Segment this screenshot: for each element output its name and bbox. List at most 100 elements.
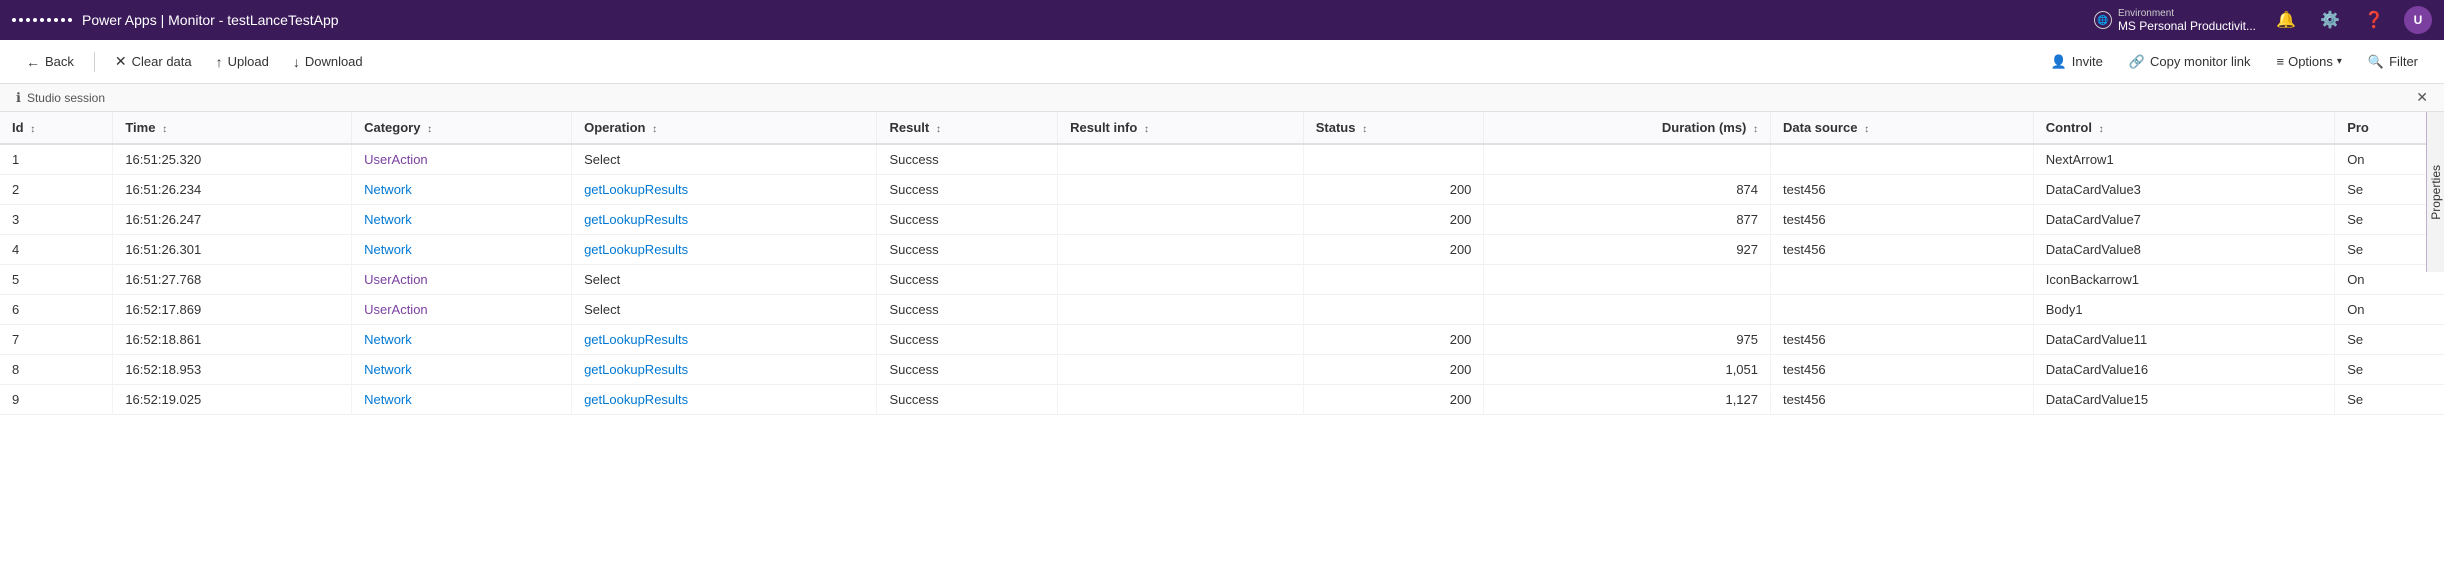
cell-id: 1 <box>0 144 113 175</box>
table-row[interactable]: 716:52:18.861NetworkgetLookupResultsSucc… <box>0 325 2444 355</box>
col-header-category[interactable]: Category ↕ <box>352 112 572 144</box>
cell-id: 5 <box>0 265 113 295</box>
cell-time: 16:51:27.768 <box>113 265 352 295</box>
col-header-id[interactable]: Id ↕ <box>0 112 113 144</box>
table-row[interactable]: 416:51:26.301NetworkgetLookupResultsSucc… <box>0 235 2444 265</box>
cell-category: Network <box>352 235 572 265</box>
cell-result: Success <box>877 205 1058 235</box>
download-button[interactable]: ↓ Download <box>283 49 373 75</box>
filter-button[interactable]: 🔍 Filter <box>2358 49 2428 75</box>
table-body: 116:51:25.320UserActionSelectSuccessNext… <box>0 144 2444 415</box>
cell-result: Success <box>877 295 1058 325</box>
properties-panel[interactable]: Properties <box>2426 112 2444 272</box>
cell-id: 7 <box>0 325 113 355</box>
table-row[interactable]: 116:51:25.320UserActionSelectSuccessNext… <box>0 144 2444 175</box>
table-row[interactable]: 816:52:18.953NetworkgetLookupResultsSucc… <box>0 355 2444 385</box>
cell-category: Network <box>352 385 572 415</box>
col-header-result[interactable]: Result ↕ <box>877 112 1058 144</box>
cell-result-info <box>1058 175 1304 205</box>
environment-icon: 🌐 <box>2094 11 2112 29</box>
cell-result-info <box>1058 235 1304 265</box>
cell-duration: 877 <box>1484 205 1771 235</box>
table-row[interactable]: 616:52:17.869UserActionSelectSuccessBody… <box>0 295 2444 325</box>
cell-operation: getLookupResults <box>572 205 877 235</box>
cell-category: Network <box>352 205 572 235</box>
cell-id: 4 <box>0 235 113 265</box>
table-row[interactable]: 316:51:26.247NetworkgetLookupResultsSucc… <box>0 205 2444 235</box>
help-button[interactable]: ❓ <box>2360 6 2388 34</box>
cell-status: 200 <box>1303 385 1484 415</box>
sort-arrow-id: ↕ <box>30 124 35 135</box>
cell-category: Network <box>352 355 572 385</box>
sort-arrow-result: ↕ <box>936 124 941 135</box>
cell-time: 16:52:17.869 <box>113 295 352 325</box>
top-nav: Power Apps | Monitor - testLanceTestApp … <box>0 0 2444 40</box>
col-header-result-info[interactable]: Result info ↕ <box>1058 112 1304 144</box>
cell-result: Success <box>877 144 1058 175</box>
cell-status <box>1303 295 1484 325</box>
environment-selector[interactable]: 🌐 Environment MS Personal Productivit... <box>2094 8 2256 33</box>
cell-operation: Select <box>572 144 877 175</box>
cell-status: 200 <box>1303 355 1484 385</box>
table-row[interactable]: 516:51:27.768UserActionSelectSuccessIcon… <box>0 265 2444 295</box>
environment-text: Environment MS Personal Productivit... <box>2118 8 2256 33</box>
cell-result-info <box>1058 265 1304 295</box>
cell-result-info <box>1058 144 1304 175</box>
cell-duration: 1,127 <box>1484 385 1771 415</box>
cell-datasource: test456 <box>1771 385 2034 415</box>
info-bar-close-button[interactable]: ✕ <box>2416 89 2428 106</box>
cell-operation: Select <box>572 265 877 295</box>
cell-status: 200 <box>1303 235 1484 265</box>
filter-icon: 🔍 <box>2368 54 2384 70</box>
cell-time: 16:52:18.861 <box>113 325 352 355</box>
clear-icon: ✕ <box>115 53 127 70</box>
cell-result: Success <box>877 265 1058 295</box>
back-icon: ← <box>26 54 40 70</box>
sort-arrow-operation: ↕ <box>652 124 657 135</box>
cell-category: Network <box>352 175 572 205</box>
col-header-control[interactable]: Control ↕ <box>2033 112 2334 144</box>
cell-id: 3 <box>0 205 113 235</box>
cell-duration: 874 <box>1484 175 1771 205</box>
options-button[interactable]: ≡ Options ▾ <box>2266 49 2351 74</box>
cell-duration <box>1484 144 1771 175</box>
cell-result-info <box>1058 385 1304 415</box>
cell-datasource: test456 <box>1771 235 2034 265</box>
col-header-time[interactable]: Time ↕ <box>113 112 352 144</box>
cell-result-info <box>1058 205 1304 235</box>
cell-pro: Se <box>2335 385 2444 415</box>
cell-duration: 1,051 <box>1484 355 1771 385</box>
cell-category: UserAction <box>352 144 572 175</box>
cell-duration: 975 <box>1484 325 1771 355</box>
cell-duration <box>1484 295 1771 325</box>
settings-button[interactable]: ⚙️ <box>2316 6 2344 34</box>
user-avatar[interactable]: U <box>2404 6 2432 34</box>
table-header: Id ↕ Time ↕ Category ↕ Operation ↕ Resul… <box>0 112 2444 144</box>
table-row[interactable]: 916:52:19.025NetworkgetLookupResultsSucc… <box>0 385 2444 415</box>
app-grid-button[interactable] <box>12 18 72 22</box>
cell-category: Network <box>352 325 572 355</box>
col-header-status[interactable]: Status ↕ <box>1303 112 1484 144</box>
sort-arrow-status: ↕ <box>1362 124 1367 135</box>
col-header-duration[interactable]: Duration (ms) ↕ <box>1484 112 1771 144</box>
cell-control: DataCardValue15 <box>2033 385 2334 415</box>
cell-time: 16:51:26.247 <box>113 205 352 235</box>
col-header-operation[interactable]: Operation ↕ <box>572 112 877 144</box>
notification-button[interactable]: 🔔 <box>2272 6 2300 34</box>
download-icon: ↓ <box>293 54 300 70</box>
sort-arrow-datasource: ↕ <box>1864 124 1869 135</box>
back-button[interactable]: ← Back <box>16 49 84 75</box>
table-row[interactable]: 216:51:26.234NetworkgetLookupResultsSucc… <box>0 175 2444 205</box>
cell-control: DataCardValue3 <box>2033 175 2334 205</box>
col-header-datasource[interactable]: Data source ↕ <box>1771 112 2034 144</box>
upload-icon: ↑ <box>216 54 223 70</box>
cell-control: DataCardValue7 <box>2033 205 2334 235</box>
clear-data-button[interactable]: ✕ Clear data <box>105 48 202 75</box>
cell-time: 16:52:19.025 <box>113 385 352 415</box>
copy-monitor-link-button[interactable]: 🔗 Copy monitor link <box>2119 49 2261 75</box>
upload-button[interactable]: ↑ Upload <box>206 49 279 75</box>
invite-button[interactable]: 👤 Invite <box>2041 49 2113 75</box>
cell-control: IconBackarrow1 <box>2033 265 2334 295</box>
sort-arrow-time: ↕ <box>162 124 167 135</box>
cell-datasource <box>1771 144 2034 175</box>
